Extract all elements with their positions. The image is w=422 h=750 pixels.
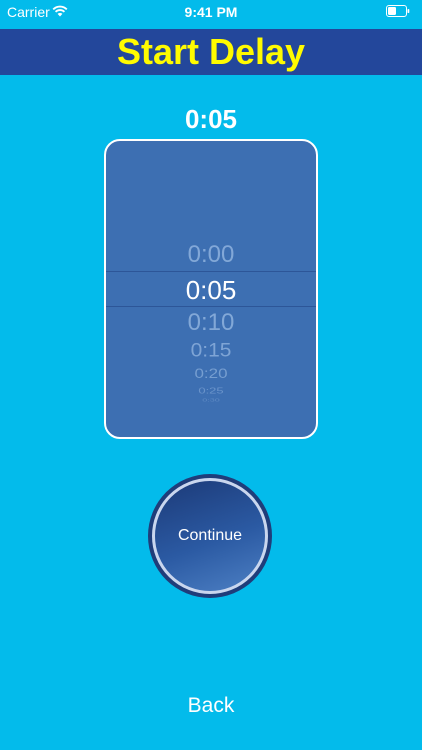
page-title: Start Delay [116, 31, 306, 72]
picker-option[interactable]: 0:00 [106, 241, 316, 269]
picker-option[interactable]: 0:30 [106, 398, 316, 403]
header-bar: Start Delay [0, 29, 422, 75]
status-bar: Carrier 9:41 PM [0, 0, 422, 26]
continue-button-face: Continue [152, 478, 268, 594]
continue-label: Continue [177, 527, 243, 544]
back-button[interactable]: Back [0, 694, 422, 718]
selected-delay-value: 0:05 [184, 104, 238, 134]
picker-option[interactable]: 0:25 [106, 386, 316, 396]
battery-icon [386, 5, 410, 17]
picker-option-selected[interactable]: 0:05 [106, 275, 316, 306]
continue-button[interactable]: Continue [148, 474, 272, 598]
picker-option[interactable]: 0:20 [106, 366, 316, 382]
status-time: 9:41 PM [184, 4, 238, 20]
picker-option[interactable]: 0:15 [106, 340, 316, 362]
picker-option[interactable]: 0:10 [106, 309, 316, 337]
delay-picker[interactable]: 0:00 0:05 0:10 0:15 0:20 0:25 0:30 [104, 139, 318, 439]
